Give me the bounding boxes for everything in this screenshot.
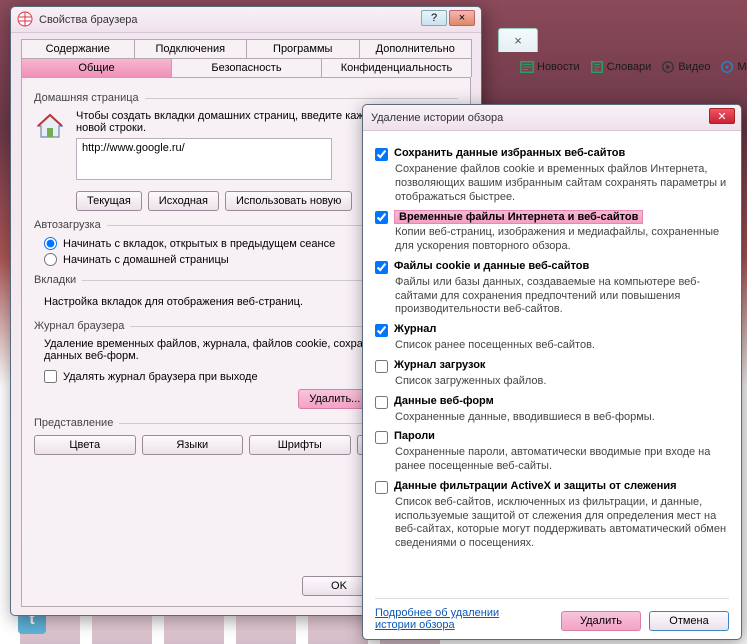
home-icon <box>34 110 66 142</box>
history-option-label: Журнал загрузок <box>394 359 485 371</box>
titlebar[interactable]: Удаление истории обзора ✕ <box>363 105 741 131</box>
titlebar[interactable]: Свойства браузера ? × <box>11 7 481 33</box>
close-button[interactable]: × <box>449 10 475 26</box>
btn-use-current[interactable]: Текущая <box>76 191 142 211</box>
history-option-label: Сохранить данные избранных веб-сайтов <box>394 147 625 159</box>
history-option-checkbox[interactable]: Журнал загрузок <box>375 359 729 373</box>
btn-delete[interactable]: Удалить <box>561 611 641 631</box>
history-option-checkbox[interactable]: Данные веб-форм <box>375 395 729 409</box>
tab-privacy[interactable]: Конфиденциальность <box>321 58 472 77</box>
app-icon <box>17 11 33 27</box>
history-option: Временные файлы Интернета и веб-сайтов К… <box>375 210 729 254</box>
history-option-desc: Список загруженных файлов. <box>395 375 729 389</box>
history-option-desc: Список ранее посещенных веб-сайтов. <box>395 339 729 353</box>
history-option-label: Журнал <box>394 323 436 335</box>
nav-dictionaries[interactable]: Словари <box>590 60 652 74</box>
btn-colors[interactable]: Цвета <box>34 435 136 455</box>
tab-programs[interactable]: Программы <box>246 39 360 58</box>
history-option: Файлы cookie и данные веб-сайтов Файлы и… <box>375 260 729 317</box>
nav-music[interactable]: Музыка <box>720 60 747 74</box>
tab-general[interactable]: Общие <box>21 58 172 77</box>
history-option-label: Данные фильтрации ActiveX и защиты от сл… <box>394 480 677 492</box>
nav-news[interactable]: Новости <box>520 60 580 74</box>
history-option-checkbox[interactable]: Данные фильтрации ActiveX и защиты от сл… <box>375 480 729 494</box>
history-option-checkbox[interactable]: Пароли <box>375 430 729 444</box>
history-option-label: Пароли <box>394 430 435 442</box>
history-option-desc: Копии веб-страниц, изображения и медиафа… <box>395 226 729 254</box>
history-option: Пароли Сохраненные пароли, автоматически… <box>375 430 729 474</box>
home-url-input[interactable] <box>76 138 332 180</box>
history-option-checkbox[interactable]: Временные файлы Интернета и веб-сайтов <box>375 210 729 224</box>
history-option-label: Данные веб-форм <box>394 395 494 407</box>
history-option-label: Файлы cookie и данные веб-сайтов <box>394 260 589 272</box>
window-title: Удаление истории обзора <box>371 112 503 124</box>
history-option-desc: Список веб-сайтов, исключенных из фильтр… <box>395 496 729 551</box>
btn-use-new-tab[interactable]: Использовать новую <box>225 191 352 211</box>
history-option-label: Временные файлы Интернета и веб-сайтов <box>394 210 643 224</box>
history-option-checkbox[interactable]: Файлы cookie и данные веб-сайтов <box>375 260 729 274</box>
help-button[interactable]: ? <box>421 10 447 26</box>
close-icon[interactable]: × <box>514 33 522 48</box>
history-option: Данные фильтрации ActiveX и защиты от сл… <box>375 480 729 551</box>
tab-connections[interactable]: Подключения <box>134 39 248 58</box>
background-browser-tab: × <box>498 28 538 52</box>
tab-strip: Содержание Подключения Программы Дополни… <box>11 33 481 77</box>
history-option-checkbox[interactable]: Журнал <box>375 323 729 337</box>
history-option-desc: Сохранение файлов cookie и временных фай… <box>395 163 729 204</box>
history-option: Данные веб-форм Сохраненные данные, ввод… <box>375 395 729 425</box>
tab-advanced[interactable]: Дополнительно <box>359 39 473 58</box>
history-option-desc: Сохраненные пароли, автоматически вводим… <box>395 446 729 474</box>
window-title: Свойства браузера <box>39 14 138 26</box>
history-option: Журнал Список ранее посещенных веб-сайто… <box>375 323 729 353</box>
history-option: Журнал загрузок Список загруженных файло… <box>375 359 729 389</box>
btn-use-default[interactable]: Исходная <box>148 191 219 211</box>
background-site-nav: Новости Словари Видео Музыка <box>520 55 747 79</box>
group-home: Домашняя страница <box>34 92 458 104</box>
history-option-desc: Файлы или базы данных, создаваемые на ко… <box>395 276 729 317</box>
btn-languages[interactable]: Языки <box>142 435 244 455</box>
history-option-desc: Сохраненные данные, вводившиеся в веб-фо… <box>395 411 729 425</box>
tab-security[interactable]: Безопасность <box>171 58 322 77</box>
tab-content[interactable]: Содержание <box>21 39 135 58</box>
close-button[interactable]: ✕ <box>709 108 735 124</box>
history-option-checkbox[interactable]: Сохранить данные избранных веб-сайтов <box>375 147 729 161</box>
learn-more-link[interactable]: Подробнее об удалении истории обзора <box>375 607 525 631</box>
btn-delete-history[interactable]: Удалить... <box>298 389 371 409</box>
nav-video[interactable]: Видео <box>661 60 710 74</box>
tabs-hint: Настройка вкладок для отображения веб-ст… <box>44 296 303 308</box>
history-option: Сохранить данные избранных веб-сайтов Со… <box>375 147 729 204</box>
btn-fonts[interactable]: Шрифты <box>249 435 351 455</box>
btn-cancel[interactable]: Отмена <box>649 611 729 631</box>
delete-history-dialog: Удаление истории обзора ✕ Сохранить данн… <box>362 104 742 640</box>
